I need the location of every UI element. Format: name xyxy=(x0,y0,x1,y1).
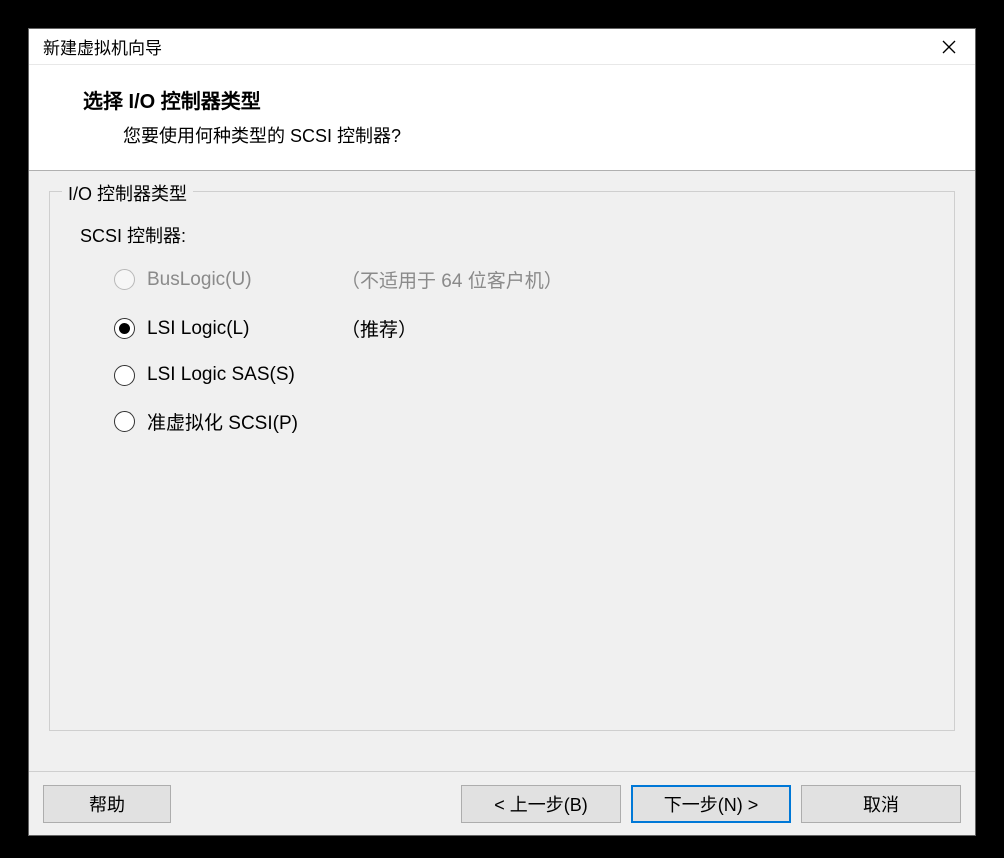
radio-buslogic xyxy=(114,269,135,290)
radio-label: 准虚拟化 SCSI(P) xyxy=(147,408,323,435)
page-title: 选择 I/O 控制器类型 xyxy=(83,85,945,114)
wizard-header: 选择 I/O 控制器类型 您要使用何种类型的 SCSI 控制器? xyxy=(29,65,975,171)
radio-hint: （推荐） xyxy=(341,315,417,342)
close-button[interactable] xyxy=(929,33,969,61)
option-paravirtual-scsi[interactable]: 准虚拟化 SCSI(P) xyxy=(114,408,930,435)
radio-lsi-logic[interactable] xyxy=(114,318,135,339)
radio-lsi-logic-sas[interactable] xyxy=(114,365,135,386)
option-buslogic: BusLogic(U) （不适用于 64 位客户机） xyxy=(114,266,930,293)
fieldset-legend: I/O 控制器类型 xyxy=(62,180,193,206)
io-controller-fieldset: I/O 控制器类型 SCSI 控制器: BusLogic(U) （不适用于 64… xyxy=(49,191,955,731)
back-button[interactable]: < 上一步(B) xyxy=(461,785,621,823)
option-lsi-logic-sas[interactable]: LSI Logic SAS(S) xyxy=(114,364,930,386)
cancel-button[interactable]: 取消 xyxy=(801,785,961,823)
radio-label: LSI Logic SAS(S) xyxy=(147,364,323,386)
radio-hint: （不适用于 64 位客户机） xyxy=(341,266,563,293)
wizard-content: I/O 控制器类型 SCSI 控制器: BusLogic(U) （不适用于 64… xyxy=(29,171,975,771)
wizard-footer: 帮助 < 上一步(B) 下一步(N) > 取消 xyxy=(29,771,975,835)
help-button[interactable]: 帮助 xyxy=(43,785,171,823)
page-subtitle: 您要使用何种类型的 SCSI 控制器? xyxy=(83,122,945,148)
option-lsi-logic[interactable]: LSI Logic(L) （推荐） xyxy=(114,315,930,342)
scsi-controller-label: SCSI 控制器: xyxy=(80,222,930,248)
titlebar: 新建虚拟机向导 xyxy=(29,29,975,65)
next-button[interactable]: 下一步(N) > xyxy=(631,785,791,823)
radio-label: LSI Logic(L) xyxy=(147,318,323,340)
radio-paravirtual-scsi[interactable] xyxy=(114,411,135,432)
radio-label: BusLogic(U) xyxy=(147,269,323,291)
wizard-dialog: 新建虚拟机向导 选择 I/O 控制器类型 您要使用何种类型的 SCSI 控制器?… xyxy=(28,28,976,836)
close-icon xyxy=(942,40,956,54)
window-title: 新建虚拟机向导 xyxy=(43,34,162,59)
